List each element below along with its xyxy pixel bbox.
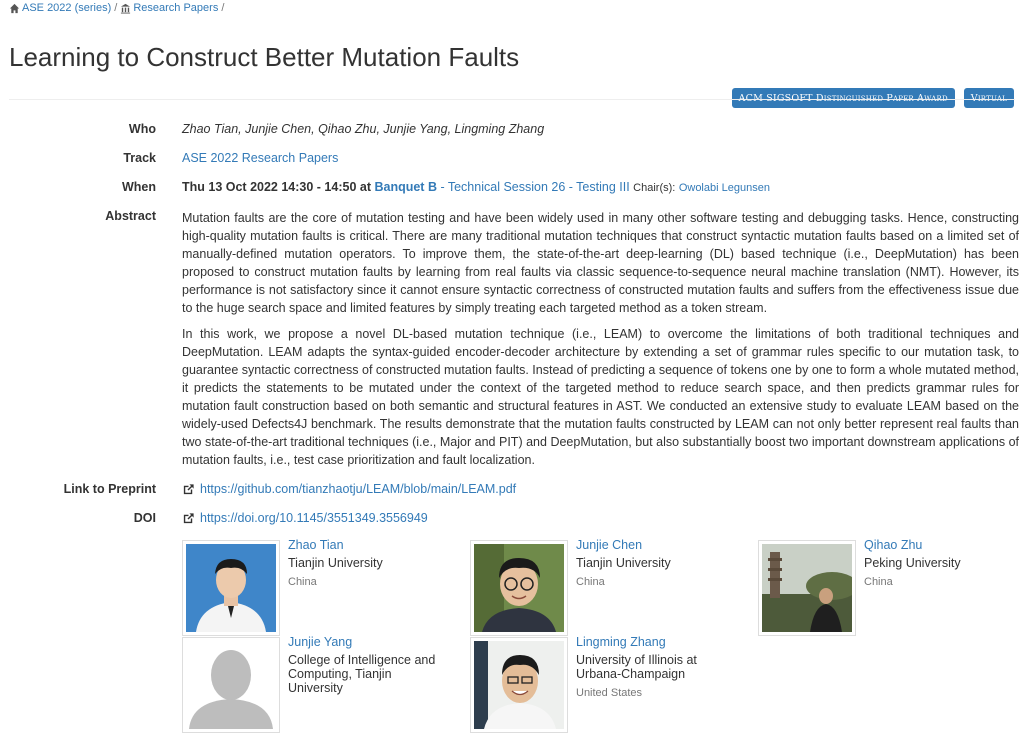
badges: ACM SIGSOFT Distinguished Paper Award Vi… [731, 88, 1014, 108]
person-name[interactable]: Lingming Zhang [576, 635, 666, 649]
avatar[interactable] [470, 540, 568, 636]
person-affiliation: College of Intelligence and Computing, T… [288, 653, 436, 695]
award-badge[interactable]: ACM SIGSOFT Distinguished Paper Award [731, 88, 955, 108]
person-card: Qihao Zhu Peking University China [758, 538, 1024, 640]
avatar[interactable] [758, 540, 856, 636]
page-title: Learning to Construct Better Mutation Fa… [9, 42, 520, 72]
authors: Zhao Tian, Junjie Chen, Qihao Zhu, Junji… [182, 122, 545, 136]
avatar[interactable] [470, 637, 568, 733]
person-name[interactable]: Qihao Zhu [864, 538, 922, 552]
person-card: Lingming Zhang University of Illinois at… [470, 635, 750, 737]
preprint-label: Link to Preprint [63, 482, 156, 496]
breadcrumb-separator: / [221, 2, 225, 14]
breadcrumb: ASE 2022 (series) / Research Papers / [9, 2, 227, 14]
avatar[interactable] [182, 637, 280, 733]
avatar[interactable] [182, 540, 280, 636]
abstract-label: Abstract [105, 209, 156, 223]
preprint-link[interactable]: https://github.com/tianzhaotju/LEAM/blob… [200, 482, 516, 496]
track-link[interactable]: ASE 2022 Research Papers [182, 151, 338, 165]
person-affiliation: University of Illinois at Urbana-Champai… [576, 653, 697, 681]
chairs-label: Chair(s): [633, 182, 676, 194]
doi-link-wrap: https://doi.org/10.1145/3551349.3556949 [182, 511, 428, 525]
breadcrumb-separator: / [114, 2, 118, 14]
room-link[interactable]: Banquet B [374, 180, 437, 194]
when-date: Thu 13 Oct 2022 14:30 - 14:50 at [182, 180, 371, 194]
when-value: Thu 13 Oct 2022 14:30 - 14:50 at Banquet… [182, 180, 770, 194]
person-country: China [576, 576, 605, 588]
breadcrumb-papers-link[interactable]: Research Papers [133, 2, 218, 14]
chair-link[interactable]: Owolabi Legunsen [679, 182, 770, 194]
abstract: Mutation faults are the core of mutation… [182, 209, 1019, 477]
person-card: Junjie Chen Tianjin University China [470, 538, 750, 640]
home-icon [9, 3, 20, 13]
external-link-icon [183, 512, 194, 523]
person-card: Junjie Yang College of Intelligence and … [182, 635, 462, 737]
abstract-paragraph: In this work, we propose a novel DL-base… [182, 327, 1019, 467]
person-country: China [864, 576, 893, 588]
person-affiliation: Peking University [864, 556, 961, 570]
track-label: Track [123, 151, 156, 165]
person-card: Zhao Tian Tianjin University China [182, 538, 462, 640]
person-name[interactable]: Junjie Chen [576, 538, 642, 552]
abstract-paragraph: Mutation faults are the core of mutation… [182, 211, 1019, 315]
when-label: When [121, 180, 156, 194]
person-name[interactable]: Zhao Tian [288, 538, 344, 552]
doi-label: DOI [133, 511, 156, 525]
person-country: United States [576, 687, 643, 699]
person-affiliation: Tianjin University [576, 556, 671, 570]
session-link[interactable]: Technical Session 26 - Testing III [448, 180, 630, 194]
who-label: Who [128, 122, 156, 136]
external-link-icon [183, 483, 194, 494]
person-affiliation: Tianjin University [288, 556, 383, 570]
doi-link[interactable]: https://doi.org/10.1145/3551349.3556949 [200, 511, 428, 525]
person-name[interactable]: Junjie Yang [288, 635, 352, 649]
university-icon [121, 3, 131, 14]
divider [9, 99, 1015, 100]
breadcrumb-series-link[interactable]: ASE 2022 (series) [22, 2, 111, 14]
person-country: China [288, 576, 317, 588]
virtual-badge[interactable]: Virtual [963, 88, 1014, 108]
preprint-link-wrap: https://github.com/tianzhaotju/LEAM/blob… [182, 482, 516, 496]
when-dash: - [436, 180, 448, 194]
